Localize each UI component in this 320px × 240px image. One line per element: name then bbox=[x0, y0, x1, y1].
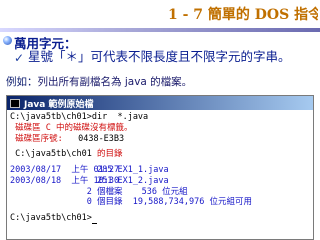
console-dir-path: C:\java5tb\ch01 bbox=[10, 149, 92, 159]
console-serial-value: 0438-E3B3 bbox=[67, 133, 125, 144]
console-dirs-free: 0 個目錄 19,588,734,976 位元組可用 bbox=[10, 197, 252, 208]
example-text: 列出所有副檔名為 java 的檔案。 bbox=[37, 76, 193, 88]
console-file-info: 285 EX1_1.java bbox=[10, 165, 169, 175]
checkmark-icon: ✓ bbox=[14, 51, 25, 65]
console-prompt: C:\java5tb\ch01> bbox=[10, 213, 92, 223]
wildcard-description: 星號「＊」可代表不限長度且不限字元的字串。 bbox=[28, 49, 291, 64]
console-volume-note: 磁碟區 C 中的磁碟沒有標籤。 bbox=[10, 122, 133, 133]
console-file-info: 251 EX1_2.java bbox=[10, 175, 169, 186]
console-window-title: Java 範例原始檔 bbox=[24, 99, 94, 110]
title-divider bbox=[0, 28, 320, 32]
console-window: Java 範例原始檔 C:\java5tb\ch01>dir *.java 磁碟… bbox=[6, 95, 314, 240]
console-serial-line: 磁碟區序號: 0438-E3B3 bbox=[10, 134, 124, 145]
example-label: 例如： bbox=[6, 76, 38, 88]
console-dir-suffix: 的目錄 bbox=[91, 149, 123, 159]
console-command-line: C:\java5tb\ch01>dir *.java bbox=[10, 112, 149, 122]
console-files-bytes: 536 位元組 bbox=[70, 186, 188, 197]
example-line: 例如：列出所有副檔名為 java 的檔案。 bbox=[6, 74, 192, 89]
console-cursor bbox=[91, 222, 97, 224]
slide-title: 1 - 7 簡單的 DOS 指令 bbox=[168, 7, 318, 23]
console-serial-label: 磁碟區序號: bbox=[10, 133, 68, 144]
console-output[interactable]: C:\java5tb\ch01>dir *.java 磁碟區 C 中的磁碟沒有標… bbox=[10, 112, 310, 237]
console-prompt-line[interactable]: C:\java5tb\ch01> bbox=[10, 213, 97, 224]
console-titlebar[interactable]: Java 範例原始檔 bbox=[7, 96, 313, 110]
bullet-orb-icon bbox=[3, 36, 12, 45]
console-directory-line: C:\java5tb\ch01 的目錄 bbox=[10, 149, 123, 160]
console-app-icon bbox=[10, 98, 20, 108]
